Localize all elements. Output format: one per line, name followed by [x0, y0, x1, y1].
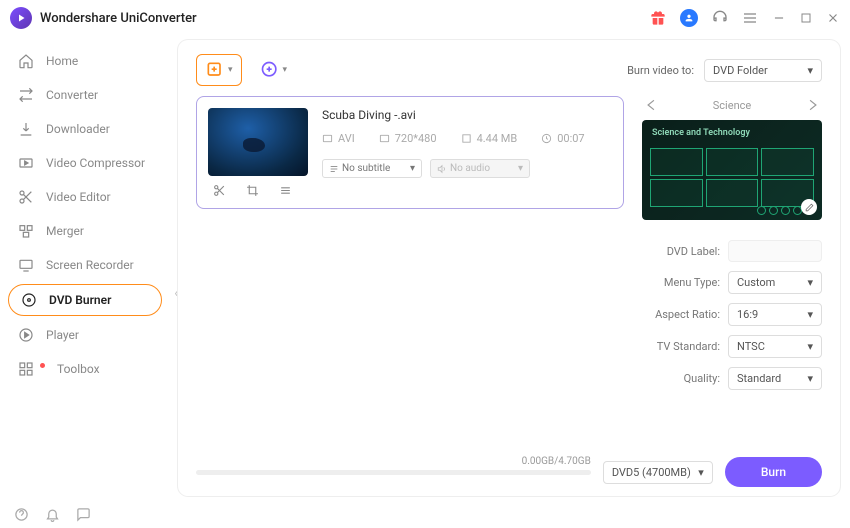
- trim-icon[interactable]: [213, 184, 226, 197]
- maximize-icon[interactable]: [800, 12, 812, 24]
- sidebar-item-toolbox[interactable]: Toolbox: [0, 352, 170, 386]
- sidebar-item-merger[interactable]: Merger: [0, 214, 170, 248]
- close-icon[interactable]: [826, 11, 840, 25]
- sidebar-item-label: DVD Burner: [49, 293, 111, 307]
- sidebar-item-label: Toolbox: [57, 362, 100, 376]
- more-icon[interactable]: [279, 184, 292, 197]
- sidebar-item-label: Video Compressor: [46, 156, 145, 170]
- sidebar-item-label: Screen Recorder: [46, 258, 134, 272]
- file-duration: 00:07: [557, 132, 584, 145]
- chevron-down-icon: ▾: [807, 64, 813, 77]
- converter-icon: [18, 87, 34, 103]
- file-name: Scuba Diving -.avi: [322, 108, 612, 122]
- add-disc-button[interactable]: ▾: [252, 55, 296, 85]
- file-card[interactable]: Scuba Diving -.avi AVI 720*480 4.44 MB 0…: [196, 96, 624, 209]
- chevron-down-icon: ▾: [228, 65, 233, 75]
- subtitle-select[interactable]: No subtitle▾: [322, 159, 422, 178]
- quality-select[interactable]: Standard▾: [728, 367, 822, 390]
- sidebar-item-dvd-burner[interactable]: DVD Burner: [8, 284, 162, 316]
- chevron-down-icon: ▾: [283, 65, 288, 75]
- menu-icon[interactable]: [742, 10, 758, 26]
- toolbox-icon: [18, 361, 34, 377]
- headset-icon[interactable]: [712, 10, 728, 26]
- sidebar-item-label: Home: [46, 54, 78, 68]
- burn-button[interactable]: Burn: [725, 457, 822, 487]
- chevron-down-icon: ▾: [807, 308, 813, 321]
- app-title: Wondershare UniConverter: [40, 11, 650, 26]
- sidebar-item-player[interactable]: Player: [0, 318, 170, 352]
- help-icon[interactable]: [14, 507, 29, 522]
- sidebar-item-converter[interactable]: Converter: [0, 78, 170, 112]
- video-thumbnail: [208, 108, 308, 176]
- dvd-label-label: DVD Label:: [642, 245, 720, 258]
- template-preview-title: Science and Technology: [652, 128, 750, 138]
- dvd-icon: [21, 292, 37, 308]
- sidebar-item-label: Downloader: [46, 122, 110, 136]
- compressor-icon: [18, 155, 34, 171]
- file-format: AVI: [338, 132, 355, 145]
- sidebar-item-home[interactable]: Home: [0, 44, 170, 78]
- file-size: 4.44 MB: [477, 132, 518, 145]
- template-next-button[interactable]: [804, 96, 822, 114]
- menu-type-label: Menu Type:: [642, 276, 720, 289]
- capacity-bar: 0.00GB/4.70GB: [196, 470, 591, 475]
- burn-to-label: Burn video to:: [627, 64, 694, 77]
- download-icon: [18, 121, 34, 137]
- home-icon: [18, 53, 34, 69]
- aspect-ratio-select[interactable]: 16:9▾: [728, 303, 822, 326]
- merger-icon: [18, 223, 34, 239]
- gift-icon[interactable]: [650, 10, 666, 26]
- tv-standard-select[interactable]: NTSC▾: [728, 335, 822, 358]
- tv-standard-label: TV Standard:: [642, 340, 720, 353]
- recorder-icon: [18, 257, 34, 273]
- feedback-icon[interactable]: [76, 507, 91, 522]
- template-preview[interactable]: Science and Technology: [642, 120, 822, 220]
- sidebar-item-label: Merger: [46, 224, 84, 238]
- sidebar-item-label: Video Editor: [46, 190, 111, 204]
- burn-to-select[interactable]: DVD Folder▾: [704, 59, 822, 82]
- bell-icon[interactable]: [45, 507, 60, 522]
- chevron-down-icon: ▾: [518, 163, 523, 174]
- quality-label: Quality:: [642, 372, 720, 385]
- sidebar-item-label: Player: [46, 328, 79, 342]
- sidebar: Home Converter Downloader Video Compress…: [0, 36, 170, 496]
- sidebar-item-compressor[interactable]: Video Compressor: [0, 146, 170, 180]
- capacity-text: 0.00GB/4.70GB: [522, 456, 591, 467]
- chevron-down-icon: ▾: [807, 372, 813, 385]
- minimize-icon[interactable]: [772, 11, 786, 25]
- disc-type-select[interactable]: DVD5 (4700MB)▾: [603, 461, 713, 484]
- sidebar-item-downloader[interactable]: Downloader: [0, 112, 170, 146]
- sidebar-item-recorder[interactable]: Screen Recorder: [0, 248, 170, 282]
- badge-dot: [40, 363, 45, 368]
- chevron-down-icon: ▾: [807, 276, 813, 289]
- chevron-down-icon: ▾: [698, 466, 704, 479]
- user-avatar-icon[interactable]: [680, 9, 698, 27]
- scissors-icon: [18, 189, 34, 205]
- chevron-down-icon: ▾: [410, 163, 415, 174]
- dvd-label-input[interactable]: [728, 240, 822, 262]
- crop-icon[interactable]: [246, 184, 259, 197]
- chevron-down-icon: ▾: [807, 340, 813, 353]
- menu-type-select[interactable]: Custom▾: [728, 271, 822, 294]
- audio-select[interactable]: No audio▾: [430, 159, 530, 178]
- sidebar-item-label: Converter: [46, 88, 98, 102]
- file-resolution: 720*480: [395, 132, 437, 145]
- template-prev-button[interactable]: [642, 96, 660, 114]
- sidebar-item-editor[interactable]: Video Editor: [0, 180, 170, 214]
- aspect-ratio-label: Aspect Ratio:: [642, 308, 720, 321]
- add-file-button[interactable]: ▾: [196, 54, 242, 86]
- template-name: Science: [713, 99, 751, 112]
- player-icon: [18, 327, 34, 343]
- main-panel: ▾ ▾ Burn video to: DVD Folder▾: [178, 40, 840, 496]
- template-edit-icon[interactable]: [801, 199, 817, 215]
- app-logo: [10, 7, 32, 29]
